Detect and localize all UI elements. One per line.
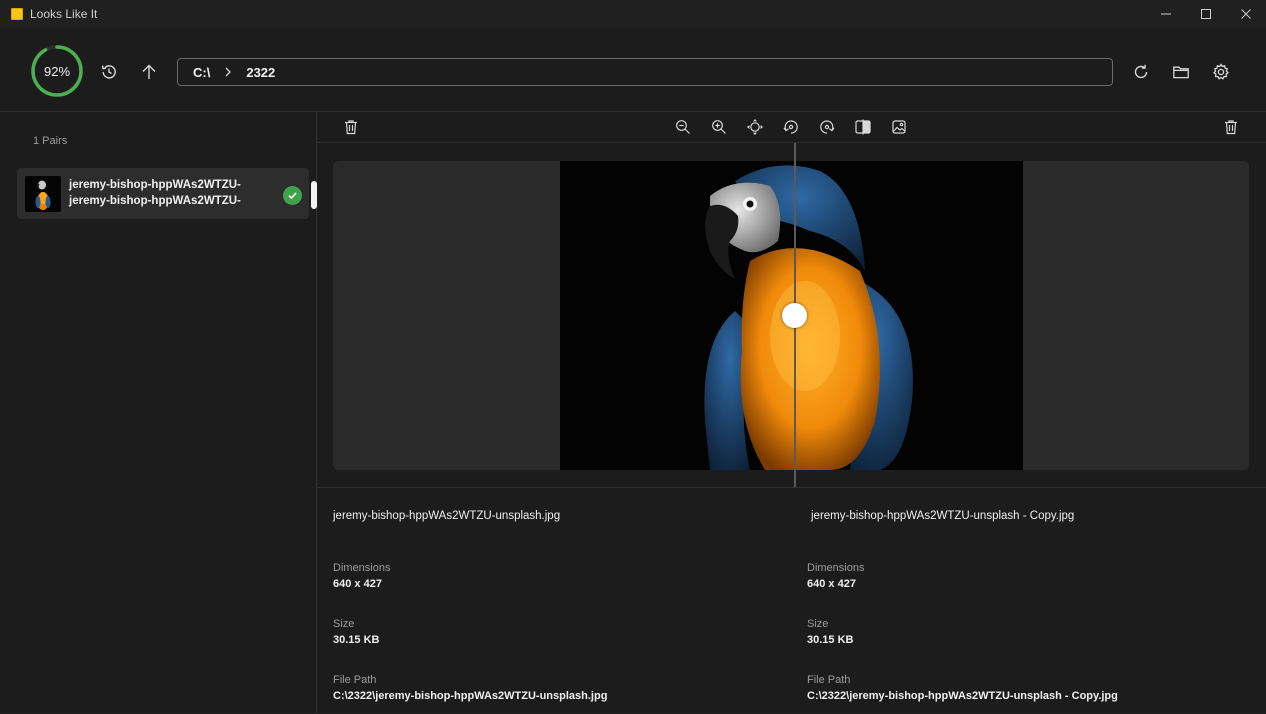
- minimize-icon: [1161, 13, 1171, 15]
- breadcrumb-root[interactable]: C:\: [193, 65, 210, 80]
- left-file-details: jeremy-bishop-hppWAs2WTZU-unsplash.jpg D…: [333, 488, 803, 714]
- pair-name-b: jeremy-bishop-hppWAs2WTZU-: [69, 195, 241, 207]
- fit-button[interactable]: [744, 116, 766, 138]
- right-size-value: 30.15 KB: [807, 634, 854, 646]
- delete-icon: [345, 120, 357, 135]
- maximize-icon: [1201, 9, 1211, 19]
- rotate-right-icon: [820, 120, 835, 134]
- window-title: Looks Like It: [30, 7, 98, 21]
- image-icon: [892, 120, 906, 134]
- pair-name-a: jeremy-bishop-hppWAs2WTZU-: [69, 179, 241, 191]
- left-path-value: C:\2322\jeremy-bishop-hppWAs2WTZU-unspla…: [333, 690, 608, 702]
- left-filename: jeremy-bishop-hppWAs2WTZU-unsplash.jpg: [333, 510, 561, 522]
- left-path-label: File Path: [333, 674, 377, 686]
- progress-percent: 92%: [43, 63, 71, 79]
- chevron-right-icon: [224, 67, 232, 77]
- file-details: jeremy-bishop-hppWAs2WTZU-unsplash.jpg D…: [318, 487, 1266, 713]
- gear-icon: [1213, 63, 1229, 80]
- comparison-panel: jeremy-bishop-hppWAs2WTZU-unsplash.jpg D…: [318, 112, 1266, 713]
- right-dimensions-value: 640 x 427: [807, 578, 856, 590]
- delete-icon: [1225, 120, 1237, 135]
- right-dimensions-label: Dimensions: [807, 562, 865, 574]
- maximize-button[interactable]: [1186, 0, 1226, 28]
- pairs-count: 1 Pairs: [33, 135, 68, 147]
- breadcrumb-folder[interactable]: 2322: [246, 65, 275, 80]
- history-button[interactable]: [97, 60, 121, 84]
- refresh-icon: [1134, 64, 1148, 79]
- image-view-button[interactable]: [888, 116, 910, 138]
- refresh-button[interactable]: [1129, 60, 1153, 84]
- folder-icon: [1173, 66, 1189, 79]
- delete-right-button[interactable]: [1220, 116, 1242, 138]
- left-size-value: 30.15 KB: [333, 634, 380, 646]
- right-filename: jeremy-bishop-hppWAs2WTZU-unsplash - Cop…: [811, 510, 1075, 522]
- title-bar: Looks Like It: [0, 0, 1266, 28]
- top-toolbar: 92% C:\ 2322: [0, 28, 1266, 112]
- zoom-in-button[interactable]: [708, 116, 730, 138]
- minimize-button[interactable]: [1146, 0, 1186, 28]
- arrow-up-icon: [142, 64, 156, 79]
- pairs-sidebar: 1 Pairs jeremy-bishop-hppWAs2WTZU- jerem…: [0, 112, 317, 713]
- close-button[interactable]: [1226, 0, 1266, 28]
- left-size-label: Size: [333, 618, 355, 630]
- rotate-left-button[interactable]: [780, 116, 802, 138]
- settings-button[interactable]: [1209, 60, 1233, 84]
- window-controls: [1146, 0, 1266, 28]
- rotate-left-icon: [783, 120, 798, 134]
- zoom-out-icon: [676, 120, 690, 134]
- zoom-out-button[interactable]: [672, 116, 694, 138]
- right-path-label: File Path: [807, 674, 851, 686]
- fit-icon: [747, 119, 763, 135]
- right-path-value: C:\2322\jeremy-bishop-hppWAs2WTZU-unspla…: [807, 690, 1118, 702]
- left-dimensions-value: 640 x 427: [333, 578, 382, 590]
- check-icon: [283, 186, 302, 205]
- compare-split-button[interactable]: [852, 116, 874, 138]
- zoom-in-icon: [712, 120, 726, 134]
- compare-split-icon: [855, 119, 871, 135]
- right-size-label: Size: [807, 618, 829, 630]
- up-folder-button[interactable]: [137, 60, 161, 84]
- delete-left-button[interactable]: [340, 116, 362, 138]
- left-dimensions-label: Dimensions: [333, 562, 391, 574]
- close-icon: [1241, 9, 1251, 19]
- app-logo-icon: [11, 8, 23, 20]
- right-file-details: jeremy-bishop-hppWAs2WTZU-unsplash - Cop…: [807, 488, 1266, 714]
- split-handle[interactable]: [782, 303, 807, 328]
- history-icon: [101, 65, 116, 79]
- progress-ring: 92%: [30, 44, 84, 98]
- pair-thumbnail: [25, 176, 61, 212]
- rotate-right-button[interactable]: [816, 116, 838, 138]
- path-breadcrumb[interactable]: C:\ 2322: [177, 58, 1113, 86]
- image-toolbar: [318, 112, 1266, 143]
- open-folder-button[interactable]: [1169, 60, 1193, 84]
- selection-indicator: [311, 181, 317, 209]
- pair-list-item[interactable]: jeremy-bishop-hppWAs2WTZU- jeremy-bishop…: [17, 168, 309, 219]
